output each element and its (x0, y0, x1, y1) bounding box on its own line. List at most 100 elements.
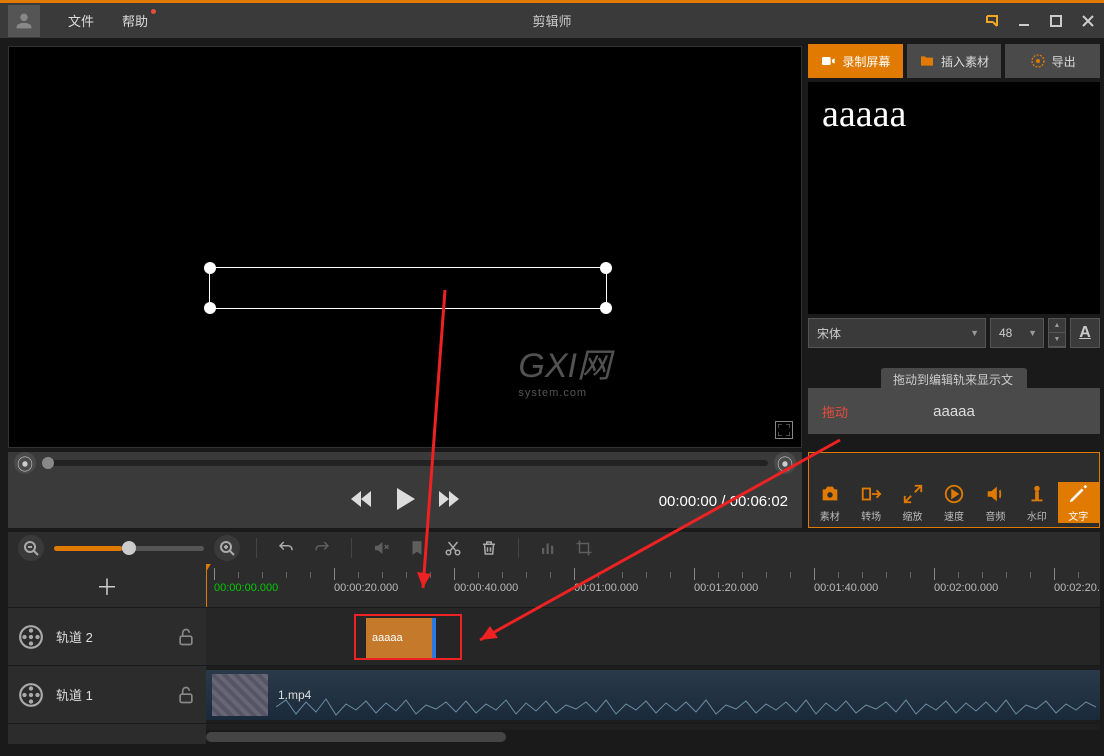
time-current: 00:00:00 (659, 493, 717, 510)
timeline: ＋ 轨道 2 轨道 1 00:00:00.00000:00:20.00000:0… (8, 564, 1100, 744)
undo-button[interactable] (273, 535, 299, 561)
marker-button[interactable] (404, 535, 430, 561)
next-frame-button[interactable] (437, 489, 461, 514)
preview-canvas[interactable]: GXI网 system.com (8, 46, 802, 448)
titlebar: 文件 帮助 剪辑师 (0, 0, 1104, 38)
ruler-tick: 00:00:40.000 (454, 582, 518, 594)
crop-button[interactable] (571, 535, 597, 561)
cut-button[interactable] (440, 535, 466, 561)
close-button[interactable] (1078, 11, 1098, 31)
audio-icon (983, 482, 1007, 506)
menu-help[interactable]: 帮助 (108, 11, 162, 30)
menu-file[interactable]: 文件 (54, 11, 108, 30)
redo-button[interactable] (309, 535, 335, 561)
tab-audio[interactable]: 音频 (975, 482, 1016, 523)
font-family-select[interactable]: 宋体▼ (808, 318, 986, 348)
tab-audio-label: 音频 (985, 508, 1005, 523)
track-head-2[interactable]: 轨道 2 (8, 608, 206, 666)
scrollbar-thumb[interactable] (206, 732, 506, 742)
text-bounding-box[interactable] (209, 267, 607, 309)
unlock-icon[interactable] (176, 627, 196, 647)
seek-thumb[interactable] (42, 457, 54, 469)
tab-zoom-label: 缩放 (903, 508, 923, 523)
drag-text-item[interactable]: 拖动 aaaaa (808, 388, 1100, 434)
unlock-icon[interactable] (176, 685, 196, 705)
delete-button[interactable] (476, 535, 502, 561)
restore-icon[interactable] (982, 11, 1002, 31)
play-button[interactable] (391, 485, 419, 518)
tab-watermark[interactable]: 水印 (1016, 482, 1057, 523)
minimize-button[interactable] (1014, 11, 1034, 31)
seek-start-button[interactable]: ⦿ (14, 452, 36, 474)
export-button[interactable]: 导出 (1005, 44, 1100, 78)
seek-end-button[interactable]: ⦿ (774, 452, 796, 474)
clip-edge[interactable] (432, 618, 436, 658)
user-avatar[interactable] (8, 5, 40, 37)
zoom-thumb[interactable] (122, 541, 136, 555)
zoom-icon (901, 482, 925, 506)
track-lane-2[interactable]: aaaaa (206, 608, 1100, 666)
watermark-sub: system.com (518, 387, 611, 399)
drag-annotation-label: 拖动 (822, 402, 848, 421)
tab-speed[interactable]: 速度 (933, 482, 974, 523)
ruler-tick: 00:01:40.000 (814, 582, 878, 594)
tab-material[interactable]: 素材 (809, 482, 850, 523)
font-size-select[interactable]: 48▼ (990, 318, 1044, 348)
resize-handle-br[interactable] (600, 302, 612, 314)
resize-handle-bl[interactable] (204, 302, 216, 314)
font-color-button[interactable]: A (1070, 318, 1100, 348)
export-label: 导出 (1052, 53, 1076, 70)
track-head-1[interactable]: 轨道 1 (8, 666, 206, 724)
add-track-button[interactable]: ＋ (8, 564, 206, 608)
camera-icon (818, 482, 842, 506)
track-1-name: 轨道 1 (56, 685, 164, 704)
text-clip-label: aaaaa (372, 632, 403, 644)
ruler-tick: 00:02:20.0 (1054, 582, 1100, 594)
record-label: 录制屏幕 (842, 53, 890, 70)
levels-button[interactable] (535, 535, 561, 561)
maximize-button[interactable] (1046, 11, 1066, 31)
zoom-in-button[interactable] (214, 535, 240, 561)
zoom-slider[interactable] (54, 546, 204, 551)
transition-icon (859, 482, 883, 506)
record-screen-button[interactable]: 录制屏幕 (808, 44, 903, 78)
playback-panel: ⦿ ⦿ 00:00:00 / 00:06:02 (8, 452, 802, 528)
audio-waveform (276, 696, 1096, 718)
tab-material-label: 素材 (820, 508, 840, 523)
film-reel-icon (18, 624, 44, 650)
tab-speed-label: 速度 (944, 508, 964, 523)
tab-zoom[interactable]: 缩放 (892, 482, 933, 523)
fullscreen-icon[interactable] (775, 421, 793, 439)
playhead[interactable] (206, 564, 207, 607)
resize-handle-tr[interactable] (600, 262, 612, 274)
font-size-value: 48 (999, 326, 1012, 340)
video-clip[interactable]: 1.mp4 (206, 670, 1100, 720)
app-title: 剪辑师 (532, 11, 571, 30)
tab-transition[interactable]: 转场 (850, 482, 891, 523)
insert-material-button[interactable]: 插入素材 (907, 44, 1002, 78)
mute-button[interactable] (368, 535, 394, 561)
resize-handle-tl[interactable] (204, 262, 216, 274)
font-size-spinner[interactable]: ▲▼ (1048, 318, 1066, 348)
tool-tabs: 素材 转场 缩放 速度 音频 水印 文字 (808, 452, 1100, 528)
zoom-out-button[interactable] (18, 535, 44, 561)
prev-frame-button[interactable] (349, 489, 373, 514)
tab-text[interactable]: 文字 (1058, 482, 1099, 523)
watermark-icon (1025, 482, 1049, 506)
spin-down[interactable]: ▼ (1049, 333, 1065, 347)
tracks-body[interactable]: 00:00:00.00000:00:20.00000:00:40.00000:0… (206, 564, 1100, 744)
time-ruler[interactable]: 00:00:00.00000:00:20.00000:00:40.00000:0… (206, 564, 1100, 608)
track-headers: ＋ 轨道 2 轨道 1 (8, 564, 206, 744)
track-lane-1[interactable]: 1.mp4 (206, 666, 1100, 724)
text-clip[interactable]: aaaaa (354, 614, 462, 660)
chevron-down-icon: ▼ (970, 328, 979, 338)
ruler-tick: 00:01:20.000 (694, 582, 758, 594)
text-input-area[interactable]: aaaaa (808, 82, 1100, 314)
seek-slider[interactable] (42, 460, 768, 466)
horizontal-scrollbar[interactable] (206, 730, 1100, 744)
spin-up[interactable]: ▲ (1049, 319, 1065, 333)
insert-label: 插入素材 (941, 53, 989, 70)
drag-text-value: aaaaa (933, 403, 975, 420)
tab-text-label: 文字 (1068, 508, 1088, 523)
drag-hint: 拖动到编辑轨来显示文本 拖动 aaaaa (808, 388, 1100, 448)
